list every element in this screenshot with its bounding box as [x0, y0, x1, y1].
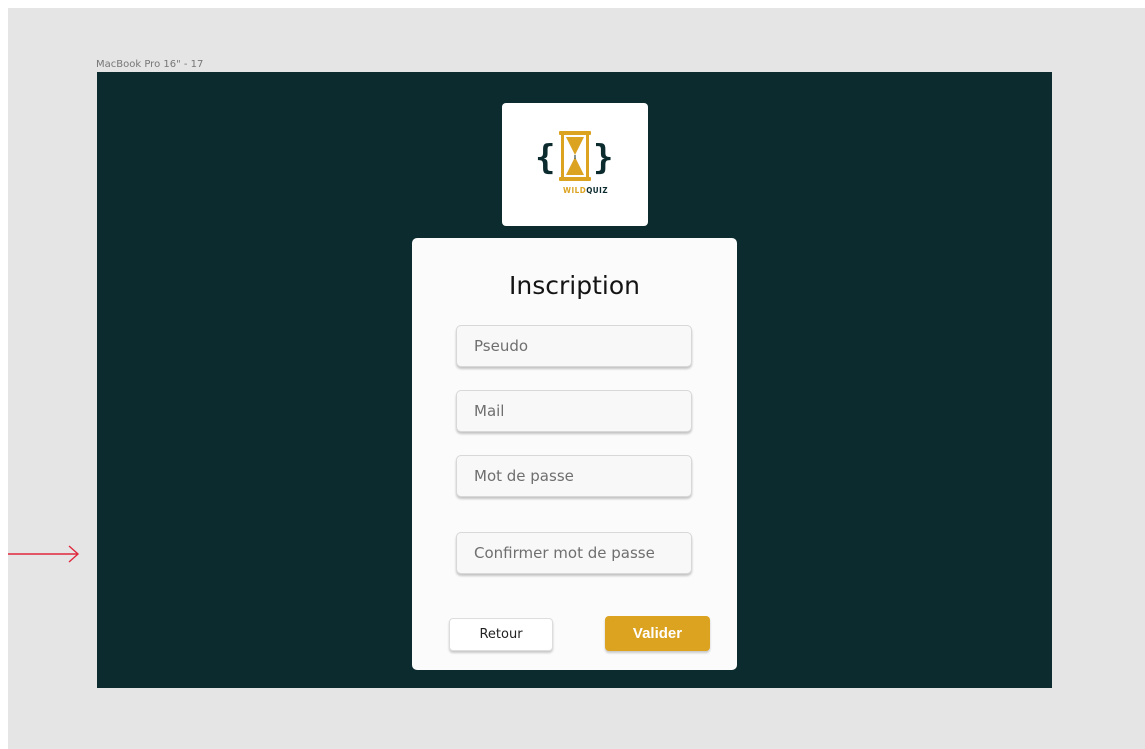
left-brace-icon: {: [535, 138, 555, 178]
pseudo-input[interactable]: [456, 325, 692, 367]
form-title: Inscription: [509, 271, 640, 300]
mail-input[interactable]: [456, 390, 692, 432]
signup-form-card: Inscription Retour Valider: [412, 238, 737, 670]
svg-text:WILDQUIZ: WILDQUIZ: [563, 186, 608, 195]
right-brace-icon: }: [593, 138, 613, 178]
confirm-password-input[interactable]: [456, 532, 692, 574]
hourglass-icon: [559, 131, 591, 181]
hourglass-braces-logo-icon: { } WILDQUIZ: [535, 131, 613, 195]
password-input[interactable]: [456, 455, 692, 497]
submit-button[interactable]: Valider: [605, 616, 710, 651]
logo-card: { } WILDQUIZ: [502, 103, 648, 226]
back-button[interactable]: Retour: [449, 618, 553, 651]
brand-secondary-text: QUIZ: [586, 186, 608, 195]
brand-primary-text: WILD: [563, 186, 586, 195]
frame-label[interactable]: MacBook Pro 16" - 17: [96, 59, 203, 70]
arrow-right-icon: [8, 545, 80, 563]
